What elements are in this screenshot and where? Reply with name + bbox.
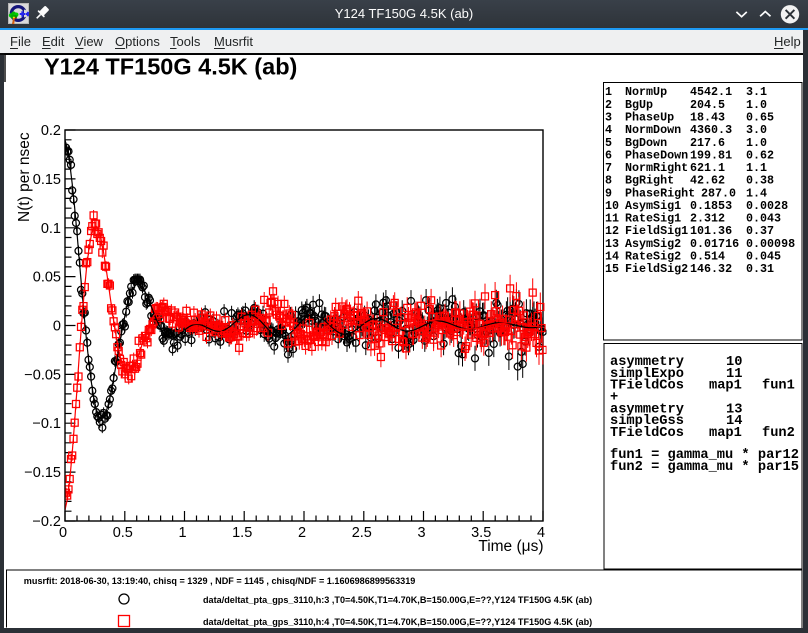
- svg-text:map1: map1: [709, 379, 742, 394]
- svg-text:fun2: fun2: [762, 426, 795, 441]
- svg-text:1.5: 1.5: [232, 525, 252, 541]
- svg-text:0.2: 0.2: [41, 123, 61, 139]
- svg-text:N(t) per nsec: N(t) per nsec: [16, 132, 33, 222]
- svg-text:Y124 TF150G 4.5K (ab): Y124 TF150G 4.5K (ab): [44, 54, 297, 80]
- svg-text:−0.1: −0.1: [32, 416, 61, 432]
- svg-text:fun2 = gamma_mu * par15: fun2 = gamma_mu * par15: [610, 460, 799, 475]
- svg-text:3: 3: [417, 525, 425, 541]
- svg-text:0.05: 0.05: [33, 270, 61, 286]
- svg-text:FieldSig2: FieldSig2: [625, 262, 688, 276]
- svg-text:Time (μs): Time (μs): [478, 538, 543, 555]
- svg-text:musrfit: 2018-06-30, 13:19:40,: musrfit: 2018-06-30, 13:19:40, chisq = 1…: [24, 576, 416, 586]
- svg-text:fun1: fun1: [762, 379, 795, 394]
- svg-text:data/deltat_pta_gps_3110,h:3 ,: data/deltat_pta_gps_3110,h:3 ,T0=4.50K,T…: [203, 595, 592, 605]
- svg-text:−0.15: −0.15: [24, 465, 61, 481]
- svg-text:−0.2: −0.2: [32, 514, 61, 530]
- svg-text:1: 1: [178, 525, 186, 541]
- svg-text:0.31: 0.31: [746, 262, 774, 276]
- svg-text:2.5: 2.5: [352, 525, 372, 541]
- svg-text:0.1: 0.1: [41, 221, 61, 237]
- svg-text:0: 0: [53, 319, 61, 335]
- svg-text:TFieldCos: TFieldCos: [610, 426, 684, 441]
- svg-text:2: 2: [298, 525, 306, 541]
- svg-text:0.15: 0.15: [33, 172, 61, 188]
- svg-text:15: 15: [605, 262, 619, 276]
- svg-text:−0.05: −0.05: [24, 367, 61, 383]
- svg-text:map1: map1: [709, 426, 742, 441]
- svg-text:TFieldCos: TFieldCos: [610, 379, 684, 394]
- svg-text:data/deltat_pta_gps_3110,h:4 ,: data/deltat_pta_gps_3110,h:4 ,T0=4.50K,T…: [203, 617, 592, 627]
- svg-text:146.32: 146.32: [690, 262, 732, 276]
- svg-text:0.5: 0.5: [113, 525, 133, 541]
- svg-text:0: 0: [59, 525, 67, 541]
